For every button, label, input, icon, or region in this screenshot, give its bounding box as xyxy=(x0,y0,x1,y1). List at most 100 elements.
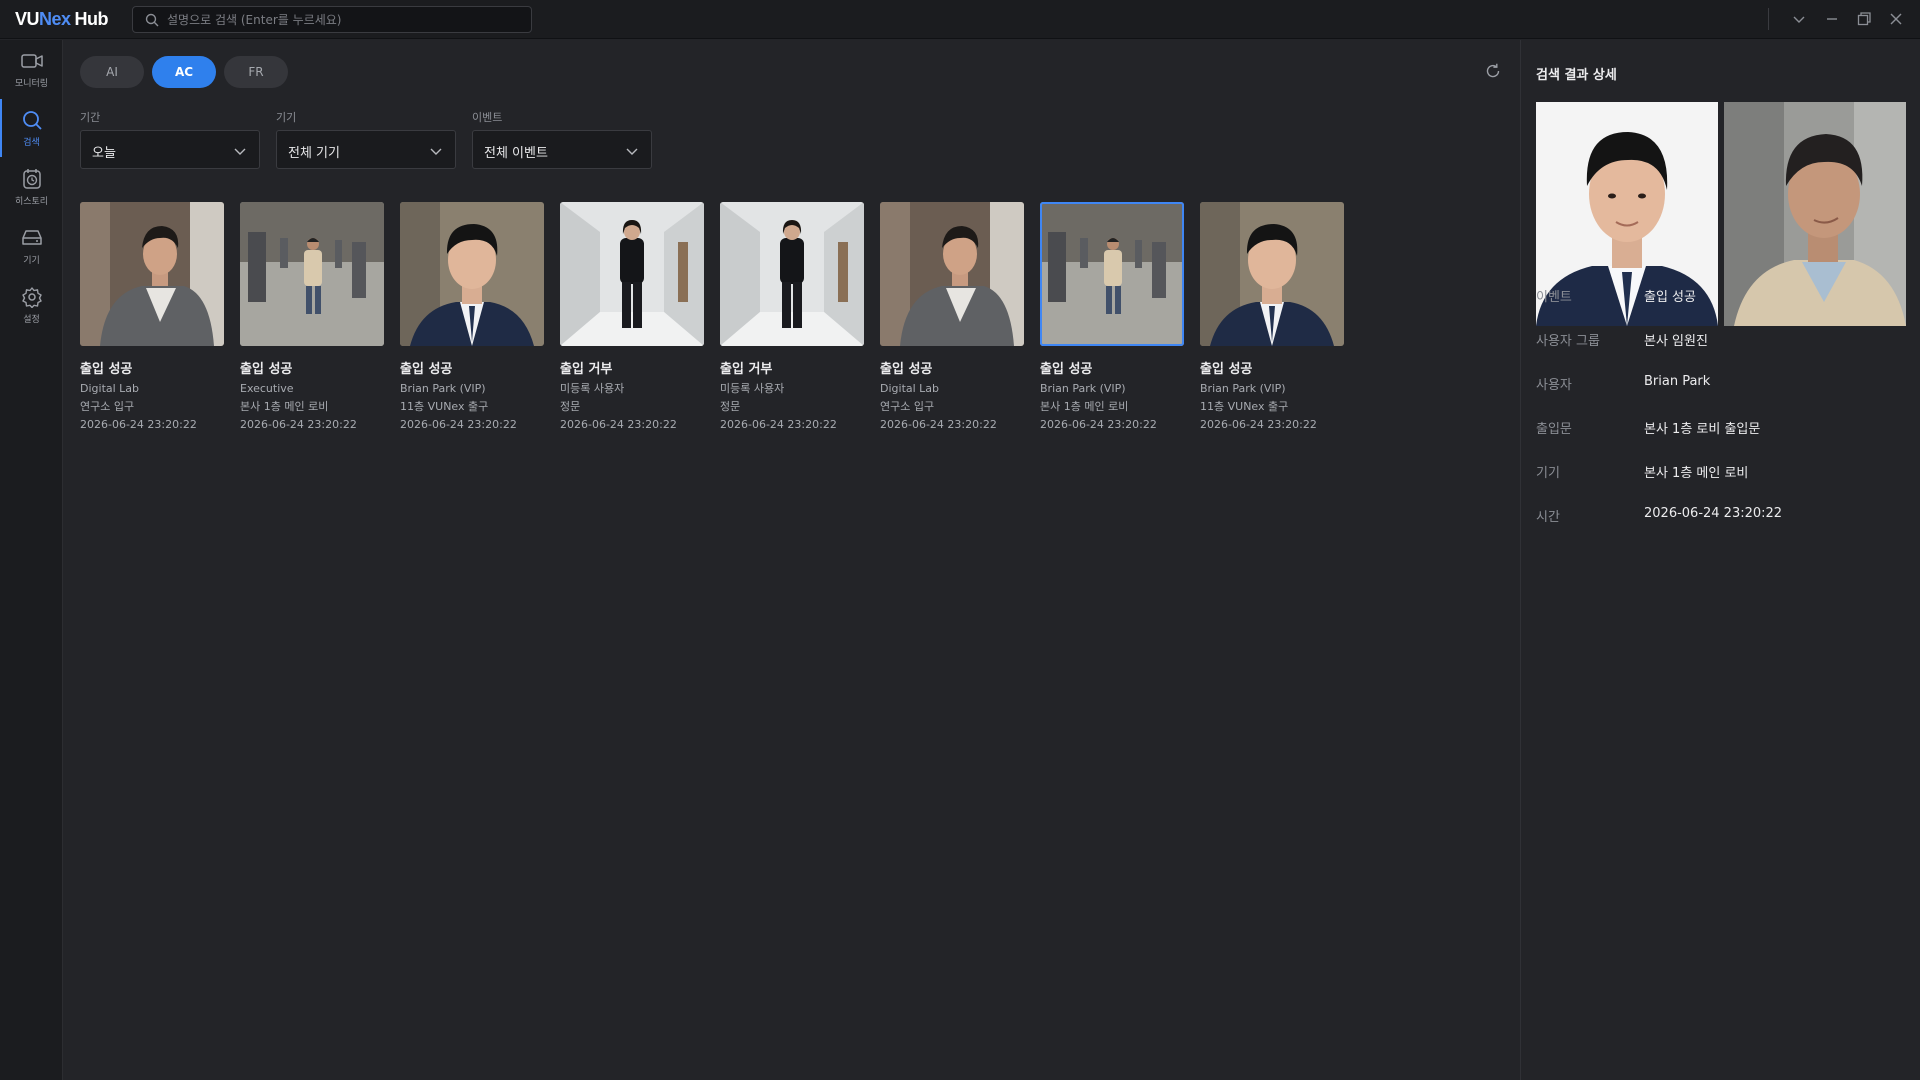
period-filter-label: 기간 xyxy=(80,111,101,124)
nav-item-monitoring[interactable]: 모니터링 xyxy=(0,40,63,98)
search-input[interactable] xyxy=(167,11,517,29)
result-title: 출입 성공 xyxy=(880,362,933,377)
search-box[interactable] xyxy=(132,6,532,33)
result-card[interactable]: 출입 거부 미등록 사용자 정문 2026-06-24 23:20:22 xyxy=(560,202,704,431)
detail-row-event: 이벤트 출입 성공 xyxy=(1536,286,1906,306)
detail-value: Brian Park xyxy=(1644,374,1711,389)
detail-value: 본사 1층 로비 출입문 xyxy=(1644,422,1761,437)
result-title: 출입 성공 xyxy=(1040,362,1093,377)
result-group: Digital Lab xyxy=(880,382,940,395)
result-title: 출입 성공 xyxy=(240,362,293,377)
result-thumbnail[interactable] xyxy=(400,202,544,346)
chevron-down-icon xyxy=(626,148,638,155)
nav-item-settings[interactable]: 설정 xyxy=(0,276,63,334)
restore-icon[interactable] xyxy=(1854,9,1874,29)
nav-item-search[interactable]: 검색 xyxy=(0,99,63,157)
period-select[interactable]: 오늘 xyxy=(80,130,260,169)
gear-icon xyxy=(21,287,42,308)
result-title: 출입 성공 xyxy=(400,362,453,377)
result-card[interactable]: 출입 거부 미등록 사용자 정문 2026-06-24 23:20:22 xyxy=(720,202,864,431)
nav-item-label: 히스토리 xyxy=(14,197,49,207)
result-title: 출입 거부 xyxy=(560,362,613,377)
result-location: 11층 VUNex 출구 xyxy=(400,400,489,413)
result-location: 연구소 입구 xyxy=(880,400,935,413)
device-icon xyxy=(21,230,42,245)
result-thumbnail[interactable] xyxy=(240,202,384,346)
detail-key: 시간 xyxy=(1536,510,1560,525)
detail-row-device: 기기 본사 1층 메인 로비 xyxy=(1536,462,1906,482)
detail-row-user: 사용자 Brian Park xyxy=(1536,374,1906,394)
result-title: 출입 거부 xyxy=(720,362,773,377)
result-location: 정문 xyxy=(560,400,581,413)
result-group: 미등록 사용자 xyxy=(720,382,785,395)
result-group: Brian Park (VIP) xyxy=(1200,382,1286,395)
result-card-selected[interactable]: 출입 성공 Brian Park (VIP) 본사 1층 메인 로비 2026-… xyxy=(1040,202,1184,431)
video-camera-icon xyxy=(20,54,43,68)
tab-fr[interactable]: FR xyxy=(224,56,288,88)
event-filter-label: 이벤트 xyxy=(472,111,503,124)
detail-key: 기기 xyxy=(1536,466,1560,481)
result-time: 2026-06-24 23:20:22 xyxy=(560,418,677,431)
result-thumbnail[interactable] xyxy=(1040,202,1184,346)
result-thumbnail[interactable] xyxy=(880,202,1024,346)
device-select[interactable]: 전체 기기 xyxy=(276,130,456,169)
result-group: Digital Lab xyxy=(80,382,140,395)
tab-ac[interactable]: AC xyxy=(152,56,216,88)
search-icon xyxy=(22,111,42,130)
result-time: 2026-06-24 23:20:22 xyxy=(240,418,357,431)
result-group: Executive xyxy=(240,382,294,395)
detail-panel-title: 검색 결과 상세 xyxy=(1536,68,1617,83)
detail-key: 사용자 그룹 xyxy=(1536,334,1600,349)
device-select-value: 전체 기기 xyxy=(288,146,340,161)
result-thumbnail[interactable] xyxy=(560,202,704,346)
result-thumbnail[interactable] xyxy=(720,202,864,346)
window-controls-divider xyxy=(1768,8,1769,30)
refresh-icon[interactable] xyxy=(1484,62,1502,80)
chevron-down-icon[interactable] xyxy=(1789,9,1809,29)
result-location: 연구소 입구 xyxy=(80,400,135,413)
left-nav: 모니터링 검색 히스토리 기기 설정 xyxy=(0,40,63,1080)
app-logo: VUNex Hub xyxy=(15,9,109,30)
nav-item-label: 모니터링 xyxy=(14,79,49,89)
period-select-value: 오늘 xyxy=(92,146,116,161)
event-select-value: 전체 이벤트 xyxy=(484,146,548,161)
result-thumbnail[interactable] xyxy=(1200,202,1344,346)
history-icon xyxy=(22,169,41,189)
device-filter-label: 기기 xyxy=(276,111,297,124)
tab-ai[interactable]: AI xyxy=(80,56,144,88)
nav-item-label: 설정 xyxy=(23,315,40,325)
result-thumbnail[interactable] xyxy=(80,202,224,346)
result-location: 본사 1층 메인 로비 xyxy=(240,400,329,413)
result-location: 11층 VUNex 출구 xyxy=(1200,400,1289,413)
result-group: 미등록 사용자 xyxy=(560,382,625,395)
detail-key: 사용자 xyxy=(1536,378,1572,393)
result-location: 본사 1층 메인 로비 xyxy=(1040,400,1129,413)
result-time: 2026-06-24 23:20:22 xyxy=(400,418,517,431)
detail-row-user-group: 사용자 그룹 본사 임원진 xyxy=(1536,330,1906,350)
result-time: 2026-06-24 23:20:22 xyxy=(80,418,197,431)
detail-row-time: 시간 2026-06-24 23:20:22 xyxy=(1536,506,1906,526)
result-card[interactable]: 출입 성공 Brian Park (VIP) 11층 VUNex 출구 2026… xyxy=(400,202,544,431)
detail-key: 이벤트 xyxy=(1536,290,1572,305)
result-card[interactable]: 출입 성공 Digital Lab 연구소 입구 2026-06-24 23:2… xyxy=(880,202,1024,431)
nav-item-label: 검색 xyxy=(23,138,40,148)
nav-item-history[interactable]: 히스토리 xyxy=(0,158,63,216)
detail-key: 출입문 xyxy=(1536,422,1572,437)
result-card[interactable]: 출입 성공 Digital Lab 연구소 입구 2026-06-24 23:2… xyxy=(80,202,224,431)
nav-item-device[interactable]: 기기 xyxy=(0,217,63,275)
result-card[interactable]: 출입 성공 Executive 본사 1층 메인 로비 2026-06-24 2… xyxy=(240,202,384,431)
detail-value: 2026-06-24 23:20:22 xyxy=(1644,506,1783,521)
detail-value: 본사 임원진 xyxy=(1644,334,1708,349)
detail-value: 본사 1층 메인 로비 xyxy=(1644,466,1749,481)
event-select[interactable]: 전체 이벤트 xyxy=(472,130,652,169)
result-card[interactable]: 출입 성공 Brian Park (VIP) 11층 VUNex 출구 2026… xyxy=(1200,202,1344,431)
result-time: 2026-06-24 23:20:22 xyxy=(720,418,837,431)
logo-hub-text: Hub xyxy=(74,9,109,29)
close-icon[interactable] xyxy=(1886,9,1906,29)
result-location: 정문 xyxy=(720,400,741,413)
logo-nex-text: Nex xyxy=(39,9,71,29)
minimize-icon[interactable] xyxy=(1822,9,1842,29)
result-time: 2026-06-24 23:20:22 xyxy=(1040,418,1157,431)
result-time: 2026-06-24 23:20:22 xyxy=(1200,418,1317,431)
chevron-down-icon xyxy=(234,148,246,155)
